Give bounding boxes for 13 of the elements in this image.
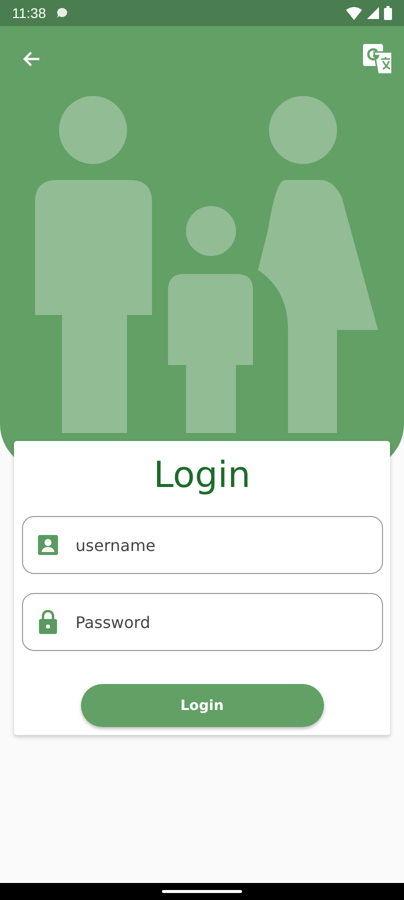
password-field[interactable]: Password xyxy=(22,593,382,651)
home-handle[interactable] xyxy=(162,890,242,893)
clock: 11:38 xyxy=(12,5,46,21)
login-button[interactable]: Login xyxy=(80,684,324,727)
wifi-icon xyxy=(346,6,362,20)
lock-icon xyxy=(38,610,56,634)
username-field[interactable]: username xyxy=(22,516,382,574)
signal-icon xyxy=(367,7,379,19)
chat-bubble-icon xyxy=(55,6,69,20)
person-icon xyxy=(38,535,58,555)
translate-icon[interactable] xyxy=(362,43,394,75)
login-title: Login xyxy=(153,455,251,497)
battery-icon xyxy=(384,6,392,20)
